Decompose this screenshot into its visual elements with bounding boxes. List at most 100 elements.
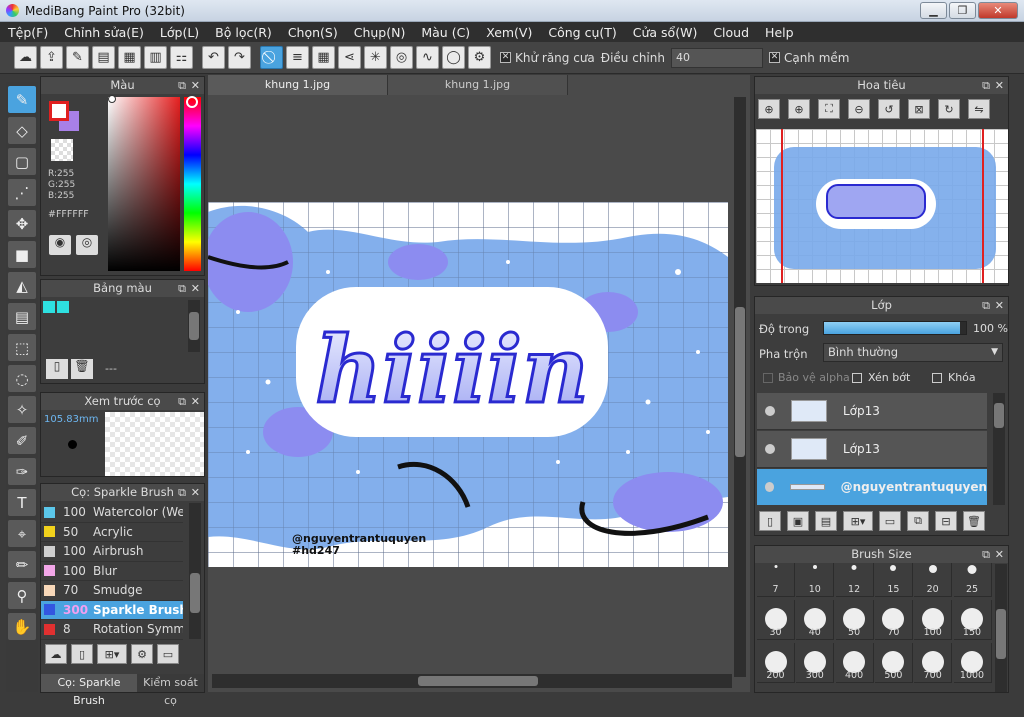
canvas-horizontal-scrollbar[interactable] — [212, 674, 732, 688]
tab-brush-control[interactable]: Kiểm soát cọ — [137, 674, 204, 707]
bucket-tool-icon[interactable]: ◭ — [8, 272, 36, 299]
menu-tools[interactable]: Công cụ(T) — [540, 25, 624, 40]
brush-tool-icon[interactable]: ✎ — [8, 86, 36, 113]
palette-swatch[interactable] — [57, 301, 69, 313]
flip-icon[interactable]: ⇋ — [968, 99, 990, 119]
brush-list-scrollbar[interactable] — [189, 503, 201, 639]
brush-new-icon[interactable]: ▯ — [71, 644, 93, 664]
brush-item-watercolor[interactable]: 100Watercolor (Wet) — [41, 503, 183, 523]
canvas-vertical-scrollbar[interactable] — [734, 97, 746, 677]
lock-checkbox[interactable] — [932, 373, 942, 383]
palette-scrollbar[interactable] — [188, 300, 200, 352]
menu-layer[interactable]: Lớp(L) — [152, 25, 207, 40]
new-palette-icon[interactable]: ▯ — [46, 359, 68, 379]
brush-size-cell[interactable]: 400 — [835, 643, 874, 683]
rotate-left-icon[interactable]: ↺ — [878, 99, 900, 119]
grid-snap-icon[interactable]: ▦ — [312, 46, 335, 69]
brush-size-cell[interactable]: 12 — [835, 563, 874, 597]
maximize-button[interactable]: ❐ — [949, 2, 976, 19]
menu-select[interactable]: Chọn(S) — [280, 25, 346, 40]
merge-layer-icon[interactable]: ⊟ — [935, 511, 957, 531]
gradient-tool-icon[interactable]: ▤ — [8, 303, 36, 330]
brush-add-menu-icon[interactable]: ⊞▾ — [97, 644, 127, 664]
brush-size-cell[interactable]: 70 — [874, 600, 913, 640]
parallel-snap-icon[interactable]: ≡ — [286, 46, 309, 69]
hue-handle[interactable] — [186, 96, 198, 108]
move-tool-icon[interactable]: ✥ — [8, 210, 36, 237]
rectangle-tool-icon[interactable]: ▢ — [8, 148, 36, 175]
undock-icon[interactable]: ⧉ — [982, 77, 990, 94]
select-eraser-icon[interactable]: ✑ — [8, 458, 36, 485]
menu-filter[interactable]: Bộ lọc(R) — [207, 25, 280, 40]
zoom-in-2-icon[interactable]: ⊕ — [788, 99, 810, 119]
panel-close-icon[interactable]: ✕ — [191, 484, 200, 501]
layer-folder-icon[interactable]: ▭ — [879, 511, 901, 531]
divide-tool-icon[interactable]: ✏ — [8, 551, 36, 578]
brush-size-cell[interactable]: 15 — [874, 563, 913, 597]
brush-size-cell[interactable]: 10 — [796, 563, 835, 597]
panel-close-icon[interactable]: ✕ — [995, 77, 1004, 94]
protect-alpha-checkbox[interactable] — [763, 373, 773, 383]
close-button[interactable]: ✕ — [978, 2, 1018, 19]
brush-size-cell[interactable]: 20 — [914, 563, 953, 597]
hue-slider[interactable] — [184, 97, 201, 271]
eraser-tool-icon[interactable]: ◇ — [8, 117, 36, 144]
brush-size-cell[interactable]: 30 — [757, 600, 795, 640]
undock-icon[interactable]: ⧉ — [982, 297, 990, 314]
brush-item-sparkle[interactable]: 300 Sparkle Brush — [41, 600, 183, 620]
opacity-slider[interactable] — [823, 321, 967, 335]
eye-icon[interactable] — [765, 406, 775, 416]
vanishing-snap-icon[interactable]: ⋖ — [338, 46, 361, 69]
layer-row[interactable]: Lớp13 — [757, 431, 987, 468]
text-tool-icon[interactable]: T — [8, 489, 36, 516]
share-icon[interactable]: ⇪ — [40, 46, 63, 69]
brush-size-cell[interactable]: 200 — [757, 643, 795, 683]
layer-row[interactable]: Lớp13 — [757, 393, 987, 430]
picker-handle[interactable] — [108, 95, 116, 103]
snap-off-icon[interactable]: ⃠ — [260, 46, 283, 69]
brush-item-airbrush[interactable]: 100 Airbrush — [41, 542, 183, 562]
menu-edit[interactable]: Chỉnh sửa(E) — [56, 25, 152, 40]
fill-rect-tool-icon[interactable]: ■ — [8, 241, 36, 268]
curve-snap-icon[interactable]: ∿ — [416, 46, 439, 69]
tab-document-2[interactable]: khung 1.jpg — [388, 75, 568, 95]
operation-tool-icon[interactable]: ⌖ — [8, 520, 36, 547]
undock-icon[interactable]: ⧉ — [178, 280, 186, 297]
circle-snap-icon[interactable]: ◯ — [442, 46, 465, 69]
antialias-checkbox[interactable]: ✕ — [500, 52, 511, 63]
canvas[interactable]: hiiiin @nguyentrantuquyen #hd247 — [208, 202, 728, 567]
saturation-value-picker[interactable] — [108, 97, 180, 271]
undock-icon[interactable]: ⧉ — [178, 393, 186, 410]
add-layer-menu-icon[interactable]: ⊞▾ — [843, 511, 873, 531]
menu-color[interactable]: Màu (C) — [413, 25, 478, 40]
brush-size-cell[interactable]: 1000 — [953, 643, 992, 683]
layer-row-selected[interactable]: @nguyentrantuquyen — [757, 469, 987, 505]
select-pen-icon[interactable]: ✐ — [8, 427, 36, 454]
document-icon[interactable]: ▦ — [118, 46, 141, 69]
brush-size-cell[interactable]: 100 — [914, 600, 953, 640]
menu-cloud[interactable]: Cloud — [705, 25, 757, 40]
brush-size-cell[interactable]: 150 — [953, 600, 992, 640]
message-icon[interactable]: ▤ — [92, 46, 115, 69]
eyedropper-tool-icon[interactable]: ⚲ — [8, 582, 36, 609]
blend-mode-select[interactable]: Bình thường ▼ — [823, 343, 1003, 362]
tab-document-1[interactable]: khung 1.jpg — [208, 75, 388, 95]
delete-layer-icon[interactable]: 🗑 — [963, 511, 985, 531]
navigator-preview[interactable] — [756, 129, 1008, 283]
new-1bit-layer-icon[interactable]: ▤ — [815, 511, 837, 531]
undo-icon[interactable]: ↶ — [202, 46, 225, 69]
menu-view[interactable]: Xem(V) — [478, 25, 540, 40]
fit-icon[interactable]: ⛶ — [818, 99, 840, 119]
palette-edit-icon[interactable]: ◎ — [76, 235, 98, 255]
brush-size-cell[interactable]: 300 — [796, 643, 835, 683]
reset-view-icon[interactable]: ⊠ — [908, 99, 930, 119]
radial-snap-icon[interactable]: ✳ — [364, 46, 387, 69]
foreground-color-swatch[interactable] — [49, 101, 69, 121]
grid-settings-icon[interactable]: ⚏ — [170, 46, 193, 69]
brush-item-rotation-symmetry[interactable]: 8Rotation Symmetry — [41, 620, 183, 640]
panel-close-icon[interactable]: ✕ — [995, 546, 1004, 563]
duplicate-layer-icon[interactable]: ⧉ — [907, 511, 929, 531]
brush-item-blur[interactable]: 100 Blur — [41, 562, 183, 581]
zoom-out-icon[interactable]: ⊖ — [848, 99, 870, 119]
brush-size-cell[interactable]: 50 — [835, 600, 874, 640]
